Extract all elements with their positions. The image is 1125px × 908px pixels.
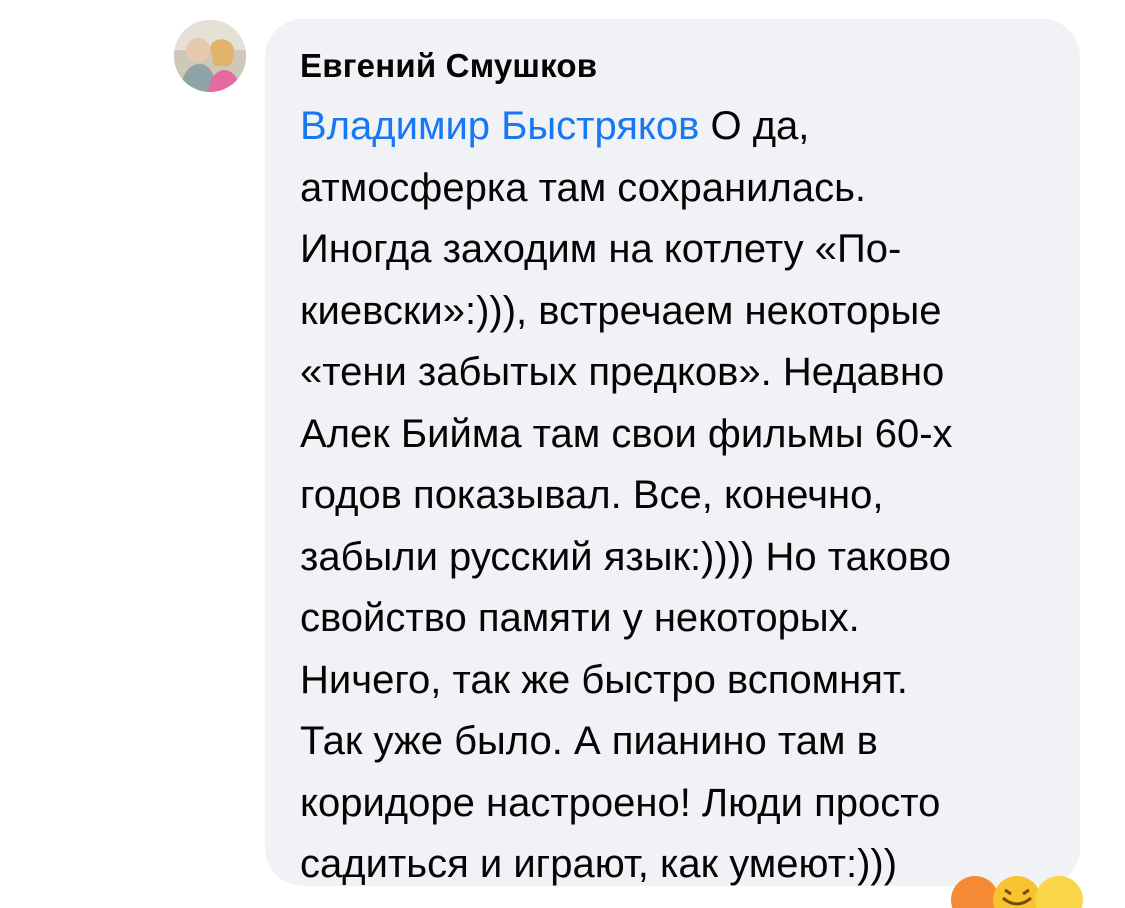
comment-line: атмосферка там сохранилась. (300, 165, 867, 210)
haha-reaction-icon (951, 876, 999, 908)
comment-line: Алек Бийма там свои фильмы 60-х (300, 411, 953, 456)
comment-line: забыли русский язык:)))) Но таково (300, 534, 952, 579)
comment-text: Владимир Быстряков О да, атмосферка там … (300, 96, 1060, 896)
like-reaction-icon (1035, 876, 1083, 908)
comment-author[interactable]: Евгений Смушков (300, 47, 597, 85)
comment-line: Так уже было. А пианино там в (300, 719, 878, 763)
laugh-reaction-icon (993, 876, 1041, 908)
profile-photo (174, 20, 246, 92)
comment-line: «тени забытых предков». Недавно (300, 350, 945, 394)
reactions-summary[interactable] (945, 868, 1105, 908)
comment-line-text: О да, (699, 104, 810, 148)
comment-line: киевски»:))), встречаем некоторые (300, 288, 942, 333)
comment-line: свойство памяти у некоторых. (300, 596, 860, 640)
comment-line-1: Владимир Быстряков О да, (300, 96, 1060, 158)
comment-line: годов показывал. Все, конечно, (300, 473, 884, 517)
avatar[interactable] (174, 20, 246, 92)
comment-line: коридоре настроено! Люди просто (300, 780, 941, 825)
comment-line: Иногда заходим на котлету «По- (300, 227, 902, 271)
comment-line: Ничего, так же быстро вспомнят. (300, 657, 908, 702)
mention-link[interactable]: Владимир Быстряков (300, 104, 699, 148)
